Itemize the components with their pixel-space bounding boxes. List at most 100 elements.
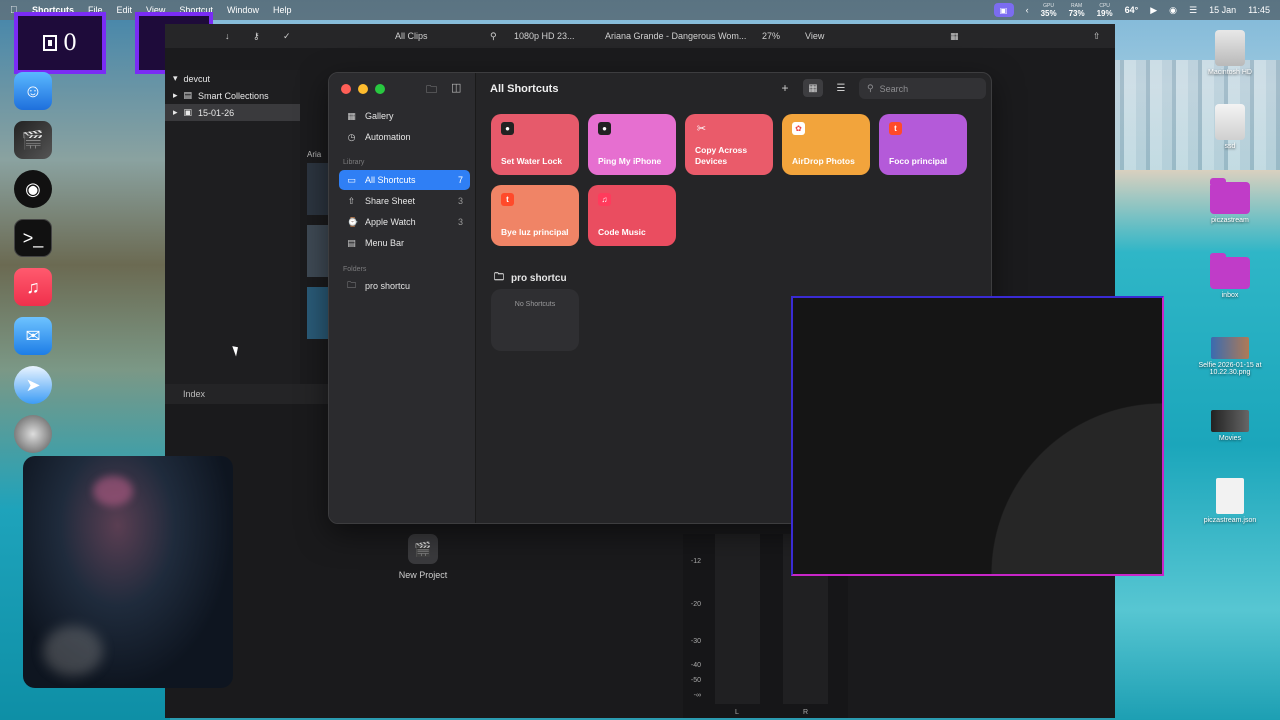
clips-filter[interactable]: All Clips <box>395 31 428 41</box>
format-label[interactable]: 1080p HD 23... <box>514 31 575 41</box>
menu-edit[interactable]: Edit <box>117 5 133 15</box>
import-icon[interactable]: ↓ <box>225 31 230 41</box>
tuya-icon: t <box>501 193 514 206</box>
shortcut-tile-foco-principal[interactable]: t Foco principal <box>879 114 967 175</box>
folder-icon <box>1210 253 1250 289</box>
sidebar-item-gallery[interactable]: ▦ Gallery <box>339 106 470 126</box>
smart-collections-row[interactable]: ▸ ▤ Smart Collections <box>165 87 300 104</box>
clapper-icon: 🎬 <box>408 534 438 564</box>
menu-window[interactable]: Window <box>227 5 259 15</box>
shortcut-tile-copy-across-devices[interactable]: ✂ Copy Across Devices <box>685 114 773 175</box>
desktop-icon-inbox[interactable]: inbox <box>1184 253 1276 299</box>
status-area: ▣ ‹ GPU 35% RAM 73% CPU 19% 64° ▶ ◉ ☰ 15 Ja… <box>993 2 1270 18</box>
new-project-button[interactable]: 🎬 New Project <box>393 534 453 580</box>
dock: ☺ 🎬 ◉ >_ ♫ ✉ ➤ <box>10 70 58 464</box>
disclosure-icon[interactable]: ▸ <box>173 107 178 118</box>
folder-icon: ▤ <box>183 90 193 100</box>
desktop-icon-piczastream[interactable]: piczastream <box>1184 178 1276 224</box>
time[interactable]: 11:45 <box>1248 5 1270 15</box>
fcp-toolbar: ↓ ⚷ ✓ All Clips ⚲ 1080p HD 23... Ariana … <box>165 24 1115 48</box>
sidebar-item-automation[interactable]: ◷ Automation <box>339 127 470 147</box>
grid-view-button[interactable]: ▦ <box>803 79 823 97</box>
clock-icon: ◷ <box>347 131 356 142</box>
library-row[interactable]: ▾ devcut <box>165 70 300 87</box>
gpu-stat[interactable]: GPU 35% <box>1041 2 1057 18</box>
mail-icon[interactable]: ✉ <box>14 317 52 355</box>
sidebar-item-pro-shortcu[interactable]: 🗀 pro shortcu <box>339 276 470 296</box>
screen-record-icon[interactable]: ▣ <box>993 3 1014 17</box>
photos-icon: ✿ <box>792 122 805 135</box>
list-view-button[interactable]: ☰ <box>831 79 851 97</box>
new-folder-icon[interactable]: 🗀 <box>426 81 437 100</box>
search-placeholder: Search <box>879 83 909 94</box>
menubar-icon: ▤ <box>347 237 356 248</box>
date[interactable]: 15 Jan <box>1209 5 1236 15</box>
desktop-icon-piczastream-json[interactable]: piczastream.json <box>1184 478 1276 524</box>
key-icon[interactable]: ⚷ <box>253 31 260 42</box>
temperature[interactable]: 64° <box>1125 5 1139 15</box>
shortcut-tile-bye-luz-principal[interactable]: t Bye luz principal <box>491 185 579 246</box>
image-file-icon <box>1211 337 1249 359</box>
sidebar-toggle-icon[interactable]: ◫ <box>451 81 461 100</box>
webcam-highlight <box>93 476 133 506</box>
share-icon: ⇧ <box>347 195 356 206</box>
view-menu[interactable]: View <box>805 31 824 41</box>
siri-icon[interactable] <box>14 415 52 453</box>
meter-bar-left <box>715 534 760 704</box>
disclosure-icon[interactable]: ▾ <box>173 73 178 84</box>
disclosure-icon[interactable]: ▸ <box>173 90 178 101</box>
sidebar-item-apple-watch[interactable]: ⌚ Apple Watch 3 <box>339 212 470 232</box>
window-controls <box>341 84 385 94</box>
music-icon: ♫ <box>598 193 611 206</box>
chevron-left-icon[interactable]: ‹ <box>1026 5 1029 15</box>
sidebar-item-menu-bar[interactable]: ▤ Menu Bar <box>339 233 470 253</box>
clip-title[interactable]: Ariana Grande - Dangerous Wom... <box>605 31 746 41</box>
layout-icon[interactable]: ▦ <box>950 31 959 42</box>
index-button[interactable]: Index <box>183 389 205 399</box>
sidebar-item-share-sheet[interactable]: ⇧ Share Sheet 3 <box>339 191 470 211</box>
search-icon[interactable]: ⚲ <box>490 31 497 42</box>
menu-help[interactable]: Help <box>273 5 292 15</box>
music-app-icon[interactable]: ♫ <box>14 268 52 306</box>
stop-icon <box>43 35 57 51</box>
obs-icon[interactable]: ◉ <box>14 170 52 208</box>
check-icon[interactable]: ✓ <box>283 31 291 42</box>
final-cut-icon[interactable]: 🎬 <box>14 121 52 159</box>
shortcut-tile-ping-my-iphone[interactable]: ● Ping My iPhone <box>588 114 676 175</box>
event-row[interactable]: ▸ ▣ 15-01-26 <box>165 104 300 121</box>
webcam-highlight <box>43 626 103 676</box>
overlay-panel <box>791 296 1164 576</box>
sidebar-item-all-shortcuts[interactable]: ▭ All Shortcuts 7 <box>339 170 470 190</box>
zoom-button[interactable] <box>375 84 385 94</box>
desktop-icon-movies[interactable]: Movies <box>1184 410 1276 442</box>
shortcuts-sidebar: 🗀 ◫ ▦ Gallery ◷ Automation Library ▭ All Sh… <box>329 73 476 523</box>
desktop-icon-macintosh-hd[interactable]: Macintosh HD <box>1184 30 1276 76</box>
drive-icon <box>1215 30 1245 66</box>
terminal-icon[interactable]: >_ <box>14 219 52 257</box>
desktop-icon-selfie[interactable]: Selfie 2026-01-15 at 10.22.30.png <box>1184 337 1276 376</box>
search-field[interactable]: ⚲ Search <box>859 78 986 99</box>
wifi-icon[interactable]: ◉ <box>1169 5 1177 16</box>
close-button[interactable] <box>341 84 351 94</box>
search-icon: ⚲ <box>867 83 874 93</box>
finder-icon[interactable]: ☺ <box>14 72 52 110</box>
play-icon[interactable]: ▶ <box>1150 5 1157 16</box>
webcam-overlay <box>23 456 233 688</box>
page-title: All Shortcuts <box>490 83 559 95</box>
shortcut-tile-code-music[interactable]: ♫ Code Music <box>588 185 676 246</box>
gallery-icon: ▦ <box>347 110 356 121</box>
zoom-level[interactable]: 27% <box>762 31 780 41</box>
folder-icon: 🗀 <box>494 272 504 283</box>
cpu-stat[interactable]: CPU 19% <box>1097 2 1113 18</box>
folders-header: Folders <box>343 266 367 273</box>
shortcut-tile-set-water-lock[interactable]: ● Set Water Lock <box>491 114 579 175</box>
ram-stat[interactable]: RAM 73% <box>1069 2 1085 18</box>
shortcut-tile-airdrop-photos[interactable]: ✿ AirDrop Photos <box>782 114 870 175</box>
desktop-icon-ssd[interactable]: ssd <box>1184 104 1276 150</box>
safari-icon[interactable]: ➤ <box>14 366 52 404</box>
control-center-icon[interactable]: ☰ <box>1189 5 1197 16</box>
share-icon[interactable]: ⇧ <box>1093 31 1101 42</box>
add-shortcut-button[interactable]: + <box>775 79 795 97</box>
folder-section-title[interactable]: 🗀 pro shortcu <box>494 270 567 287</box>
minimize-button[interactable] <box>358 84 368 94</box>
